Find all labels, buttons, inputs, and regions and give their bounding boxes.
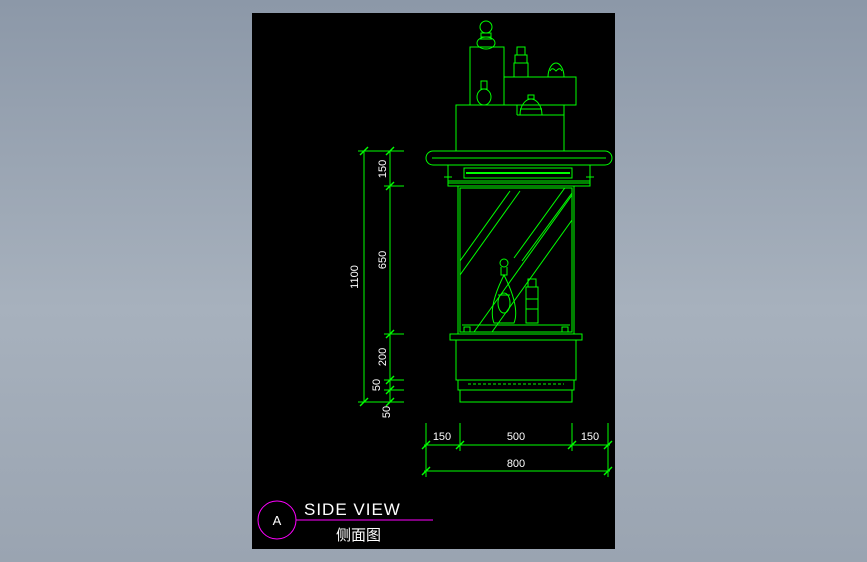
- dim-plinth-height: 50: [381, 406, 393, 418]
- perfume-bottle-large: [491, 258, 517, 324]
- top-pedestal-mid: [503, 76, 577, 106]
- drawing-sheet: 1100 150 650 200 50 50 150 500 150 800 A: [252, 13, 615, 549]
- dim-total-height: 1100: [349, 265, 361, 289]
- base-plinth: [459, 389, 573, 403]
- top-pedestal-base: [455, 104, 565, 152]
- dim-left-width: 150: [433, 431, 451, 443]
- horizontal-dimension-labels: 150 500 150 800: [433, 431, 599, 470]
- view-marker-letter: A: [273, 513, 282, 528]
- view-title-zh: 侧面图: [336, 527, 381, 544]
- top-flower-ornament: [547, 62, 565, 78]
- dim-total-width: 800: [507, 458, 525, 470]
- base-drum: [455, 339, 577, 381]
- dim-canopy-height: 150: [377, 160, 389, 178]
- base-band: [457, 379, 575, 391]
- cabinet-outline: [425, 20, 613, 403]
- dim-base-height: 200: [377, 348, 389, 366]
- top-bottle-round: [476, 20, 496, 50]
- view-title-block: A SIDE VIEW 侧面图: [257, 500, 433, 544]
- top-bottle-small: [513, 46, 529, 78]
- mid-bottle-small: [476, 80, 492, 106]
- dim-right-width: 150: [581, 431, 599, 443]
- dim-showcase-height: 650: [377, 251, 389, 269]
- top-pedestal-tall: [469, 46, 505, 106]
- dim-band-height: 50: [371, 379, 383, 391]
- side-view-drawing: 1100 150 650 200 50 50 150 500 150 800 A: [257, 20, 613, 544]
- perfume-bottle-slim: [525, 278, 539, 324]
- view-title-en: SIDE VIEW: [304, 500, 401, 519]
- base-cap: [449, 333, 583, 341]
- dim-center-width: 500: [507, 431, 525, 443]
- vertical-dimension-labels: 1100 150 650 200 50 50: [349, 160, 393, 418]
